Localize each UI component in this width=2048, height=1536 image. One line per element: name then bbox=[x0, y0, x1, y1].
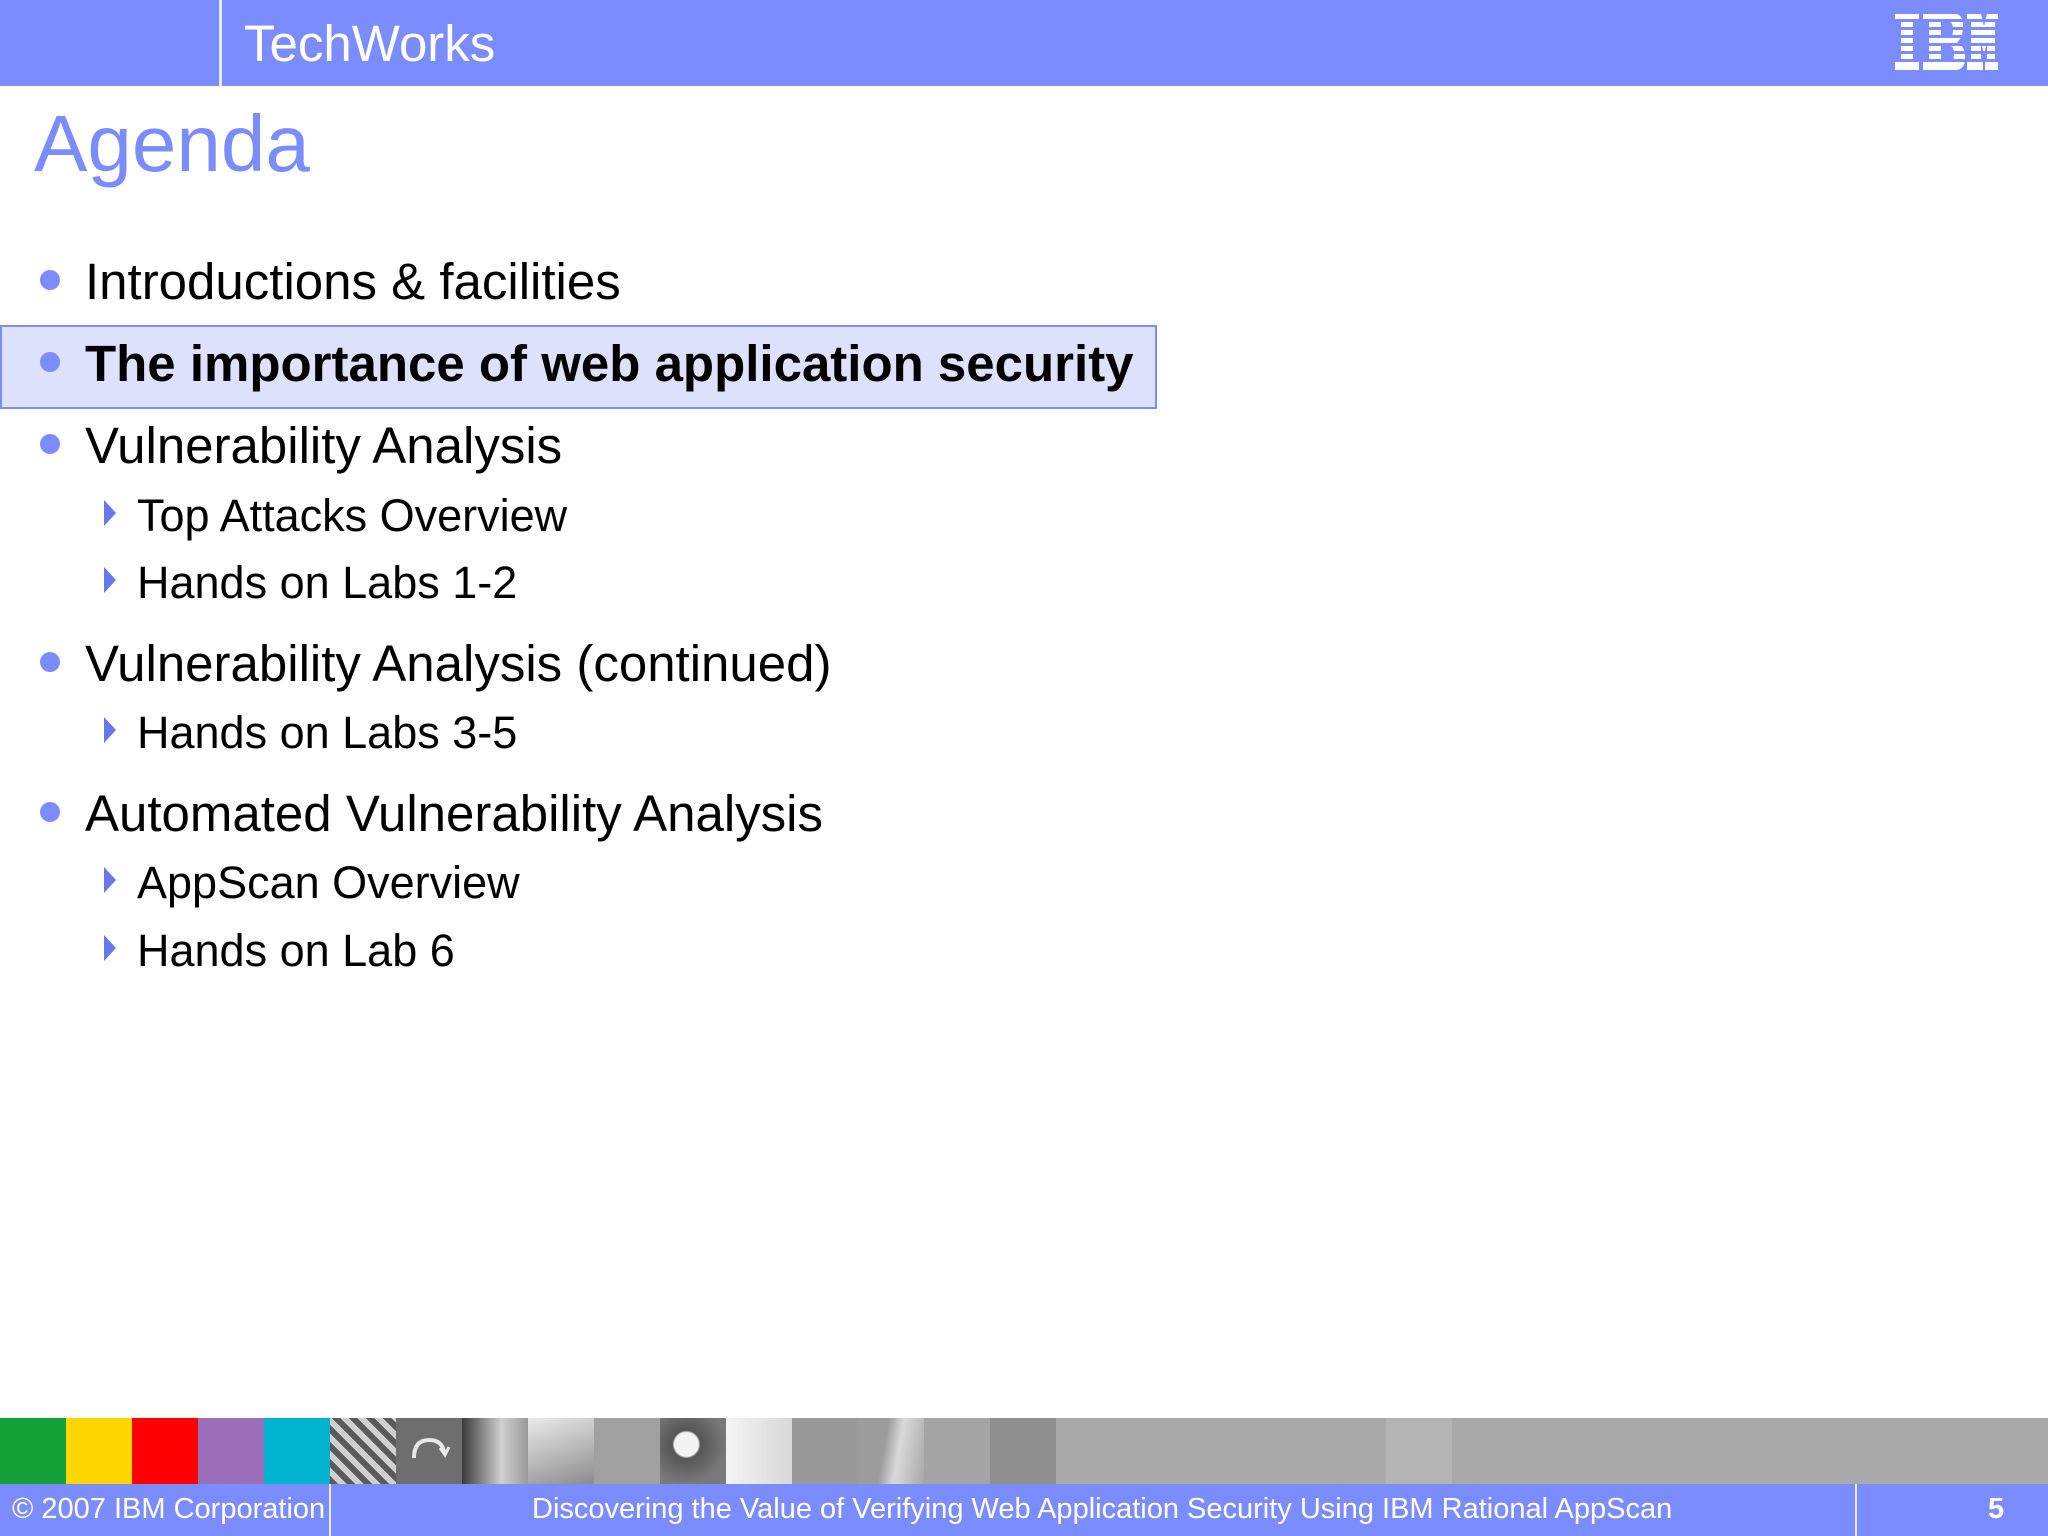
footer-copyright: © 2007 IBM Corporation bbox=[12, 1493, 326, 1525]
photo-tile bbox=[1386, 1418, 1452, 1484]
triangle-bullet-icon bbox=[104, 867, 116, 893]
bullet-dot-icon bbox=[40, 802, 60, 822]
header-title: TechWorks bbox=[244, 15, 496, 72]
color-swatch bbox=[132, 1418, 198, 1484]
triangle-bullet-icon bbox=[104, 935, 116, 961]
recycle-icon bbox=[412, 1437, 451, 1459]
slide-title: Agenda bbox=[34, 99, 310, 188]
photo-tile bbox=[924, 1418, 990, 1484]
bullet-dot-icon bbox=[40, 352, 60, 372]
triangle-bullet-icon bbox=[104, 567, 116, 593]
photo-tile bbox=[660, 1418, 726, 1484]
photo-tile bbox=[528, 1418, 594, 1484]
photo-tile bbox=[396, 1418, 462, 1484]
header-divider bbox=[219, 0, 222, 86]
header-bar: TechWorks bbox=[0, 0, 2048, 86]
photo-tile bbox=[726, 1418, 792, 1484]
triangle-bullet-icon bbox=[104, 717, 116, 743]
bullet-dot-icon bbox=[40, 270, 60, 290]
color-swatch bbox=[66, 1418, 132, 1484]
decorative-strip bbox=[0, 1418, 2048, 1484]
color-swatch bbox=[264, 1418, 330, 1484]
bullet-dot-icon bbox=[40, 652, 60, 672]
photo-tile bbox=[462, 1418, 528, 1484]
photo-tile bbox=[330, 1418, 396, 1484]
footer-presentation-title: Discovering the Value of Verifying Web A… bbox=[532, 1493, 1673, 1525]
footer-separator bbox=[329, 1484, 331, 1536]
photo-tile bbox=[990, 1418, 1056, 1484]
triangle-bullet-icon bbox=[104, 500, 116, 526]
photo-tile bbox=[792, 1418, 858, 1484]
ibm-logo bbox=[1895, 14, 1998, 70]
footer-bar: © 2007 IBM Corporation Discovering the V… bbox=[0, 1484, 2048, 1536]
photo-tile bbox=[858, 1418, 924, 1484]
color-swatch bbox=[0, 1418, 66, 1484]
color-swatch bbox=[198, 1418, 264, 1484]
photo-tile bbox=[594, 1418, 660, 1484]
bullet-dot-icon bbox=[40, 434, 60, 454]
footer-page-number: 5 bbox=[1988, 1493, 2005, 1525]
footer-separator bbox=[1855, 1484, 1857, 1536]
